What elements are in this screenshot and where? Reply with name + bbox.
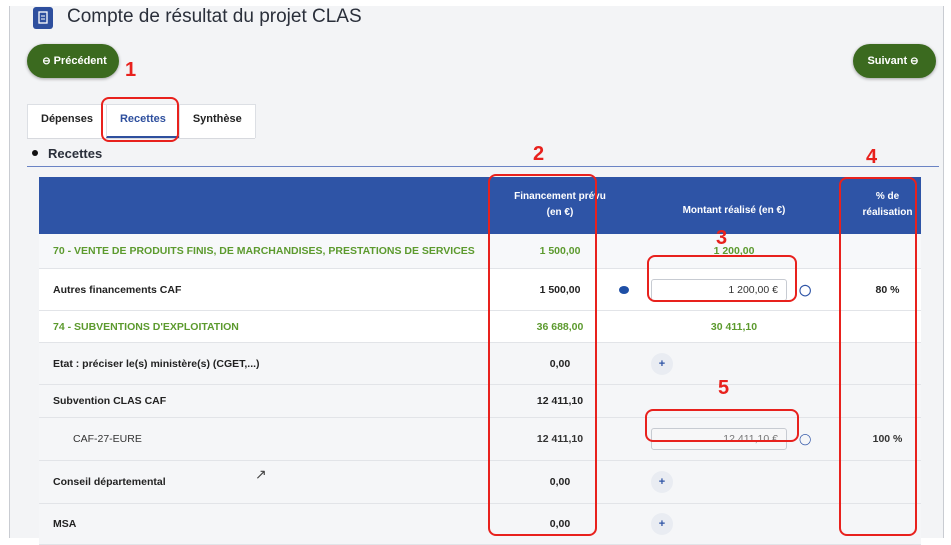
- add-user-icon[interactable]: +: [651, 471, 673, 493]
- annotation-box-5: [645, 409, 799, 442]
- table-row: MSA 0,00 +: [39, 504, 921, 545]
- row-label: Etat : préciser le(s) ministère(s) (CGET…: [53, 357, 260, 370]
- row-label: 74 - SUBVENTIONS D'EXPLOITATION: [53, 320, 239, 333]
- annotation-number-2: 2: [533, 143, 545, 165]
- table-row: Conseil départemental 0,00 +: [39, 461, 921, 504]
- circle-arrow-right-icon: ⊖: [910, 55, 919, 67]
- next-button-label: Suivant: [867, 55, 908, 67]
- table-row: Etat : préciser le(s) ministère(s) (CGET…: [39, 343, 921, 385]
- row-label: Subvention CLAS CAF: [53, 395, 167, 407]
- annotation-box-3: [647, 255, 797, 302]
- row-label: CAF-27-EURE: [73, 433, 142, 445]
- recettes-table: Financement prévu (en €) Montant réalisé…: [39, 177, 921, 545]
- tab-synthese[interactable]: Synthèse: [178, 104, 256, 138]
- annotation-box-2: [488, 174, 597, 536]
- bullet-icon: [32, 150, 38, 156]
- table-row: 74 - SUBVENTIONS D'EXPLOITATION 36 688,0…: [39, 311, 921, 343]
- annotation-number-5: 5: [718, 377, 730, 399]
- section-title-text: Recettes: [48, 146, 103, 161]
- row-montant: 30 411,10: [710, 320, 758, 333]
- row-label: MSA: [53, 518, 77, 530]
- row-label: Autres financements CAF: [53, 283, 182, 296]
- mouse-cursor-icon: ↗: [255, 466, 267, 482]
- row-label: Conseil départemental: [53, 476, 166, 488]
- annotation-number-1: 1: [125, 59, 137, 81]
- previous-button[interactable]: ⊖ Précédent: [27, 44, 119, 78]
- tab-depenses[interactable]: Dépenses: [27, 104, 107, 138]
- add-user-icon[interactable]: +: [651, 513, 673, 535]
- annotation-number-3: 3: [716, 227, 728, 249]
- table-header: Financement prévu (en €) Montant réalisé…: [39, 177, 921, 234]
- section-title: Recettes: [27, 146, 939, 167]
- previous-button-label: Précédent: [53, 55, 107, 67]
- annotation-box-4: [839, 177, 917, 536]
- next-button[interactable]: Suivant ⊖: [853, 44, 936, 78]
- annotation-number-4: 4: [866, 146, 878, 168]
- comment-icon[interactable]: ◯: [799, 283, 811, 296]
- circle-arrow-left-icon: ⊖: [42, 55, 51, 67]
- row-label: 70 - VENTE DE PRODUITS FINIS, DE MARCHAN…: [53, 245, 475, 257]
- header-montant: Montant réalisé (en €): [682, 205, 786, 216]
- document-icon: [33, 7, 53, 29]
- comment-icon[interactable]: ◯: [799, 433, 811, 446]
- annotation-box-1: [101, 97, 179, 142]
- comment-filled-icon[interactable]: [619, 285, 629, 294]
- page-title: Compte de résultat du projet CLAS: [67, 6, 362, 27]
- add-user-icon[interactable]: +: [651, 352, 673, 375]
